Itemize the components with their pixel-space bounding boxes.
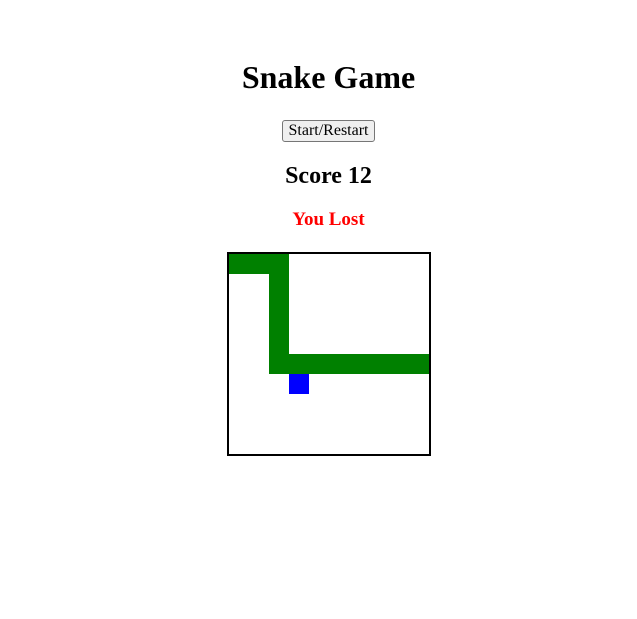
start-restart-button[interactable]: Start/Restart bbox=[282, 120, 375, 142]
game-board[interactable] bbox=[227, 252, 431, 456]
food-item bbox=[289, 374, 309, 394]
snake-segment bbox=[229, 254, 249, 274]
snake-segment bbox=[369, 354, 389, 374]
score-display: Score 12 bbox=[285, 163, 372, 189]
snake-segment bbox=[349, 354, 369, 374]
snake-segment bbox=[269, 354, 289, 374]
snake-head bbox=[409, 354, 429, 374]
snake-segment bbox=[389, 354, 409, 374]
snake-segment bbox=[309, 354, 329, 374]
snake-segment bbox=[269, 274, 289, 294]
snake-segment bbox=[249, 254, 269, 274]
snake-segment bbox=[269, 294, 289, 314]
snake-segment bbox=[289, 354, 309, 374]
page-title: Snake Game bbox=[241, 59, 416, 95]
snake-segment bbox=[269, 314, 289, 334]
snake-segment bbox=[329, 354, 349, 374]
snake-segment bbox=[269, 334, 289, 354]
game-status-message: You Lost bbox=[292, 209, 365, 230]
snake-segment bbox=[269, 254, 289, 274]
